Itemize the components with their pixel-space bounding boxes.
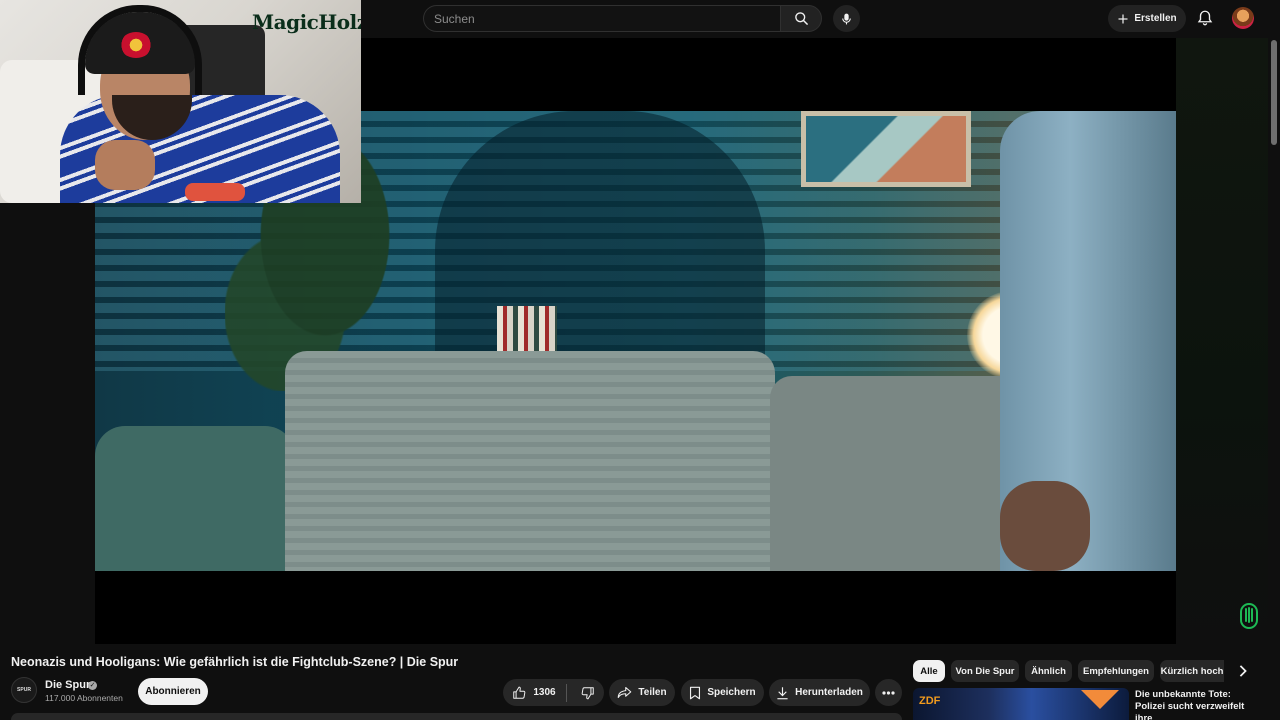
channel-avatar-text: SPUR — [17, 687, 31, 693]
user-avatar[interactable] — [1232, 7, 1254, 29]
download-label: Herunterladen — [795, 687, 863, 698]
scrollbar[interactable] — [1268, 0, 1280, 720]
thumbs-up-icon — [513, 686, 526, 699]
share-button[interactable]: Teilen — [609, 679, 675, 706]
recommendation-title[interactable]: Die unbekannte Tote: Polizei sucht verzw… — [1135, 689, 1261, 720]
search-icon — [794, 12, 808, 25]
description-box[interactable] — [11, 713, 902, 720]
search-input[interactable] — [424, 6, 780, 31]
like-count: 1306 — [533, 687, 556, 698]
bell-icon[interactable] — [1196, 9, 1214, 27]
thumbs-down-icon — [581, 686, 594, 699]
zdf-badge: ZDF — [919, 695, 941, 707]
download-icon — [777, 686, 788, 699]
chevron-right-icon — [1239, 665, 1247, 677]
save-button[interactable]: Speichern — [681, 679, 764, 706]
save-icon — [690, 686, 701, 699]
like-button[interactable]: 1306 — [512, 683, 567, 702]
chip-recommendations[interactable]: Empfehlungen — [1078, 660, 1154, 682]
plus-icon — [1118, 14, 1128, 23]
like-dislike-group: 1306 — [503, 679, 604, 706]
chip-from-channel[interactable]: Von Die Spur — [951, 660, 1019, 682]
subscribe-button[interactable]: Abonnieren — [138, 678, 208, 705]
chip-similar[interactable]: Ähnlich — [1025, 660, 1072, 682]
search-box[interactable] — [423, 5, 780, 32]
youtube-watch-page: Erstellen — [0, 0, 1280, 720]
create-label: Erstellen — [1134, 13, 1177, 24]
save-label: Speichern — [707, 687, 756, 698]
chip-recently-uploaded[interactable]: Kürzlich hoch — [1160, 660, 1224, 682]
video-title: Neonazis und Hooligans: Wie gefährlich i… — [11, 655, 459, 669]
share-label: Teilen — [638, 687, 667, 698]
subscriber-count: 117.000 Abonnenten — [45, 693, 123, 703]
scroll-thumb[interactable] — [1271, 40, 1277, 145]
more-icon — [882, 690, 895, 695]
create-button[interactable]: Erstellen — [1108, 5, 1186, 32]
voice-search-button[interactable] — [833, 5, 860, 32]
extension-icon[interactable] — [1238, 603, 1260, 629]
sofa — [285, 351, 775, 571]
mic-icon — [842, 13, 851, 24]
more-actions-button[interactable] — [875, 679, 902, 706]
search-button[interactable] — [780, 5, 822, 32]
wall-picture — [801, 111, 971, 187]
chips-next-button[interactable] — [1234, 662, 1252, 680]
chip-all[interactable]: Alle — [913, 660, 945, 682]
brand-logo: MagicHolz — [252, 10, 361, 34]
recommendation-thumbnail[interactable]: ZDF — [913, 688, 1129, 720]
download-button[interactable]: Herunterladen — [769, 679, 870, 706]
channel-avatar[interactable]: SPUR — [11, 677, 37, 703]
dislike-button[interactable] — [573, 686, 595, 700]
channel-name[interactable]: Die Spur — [45, 679, 90, 691]
verified-icon: ✓ — [88, 681, 97, 690]
share-icon — [618, 686, 632, 699]
streamer-facecam: MagicHolz — [0, 0, 361, 203]
